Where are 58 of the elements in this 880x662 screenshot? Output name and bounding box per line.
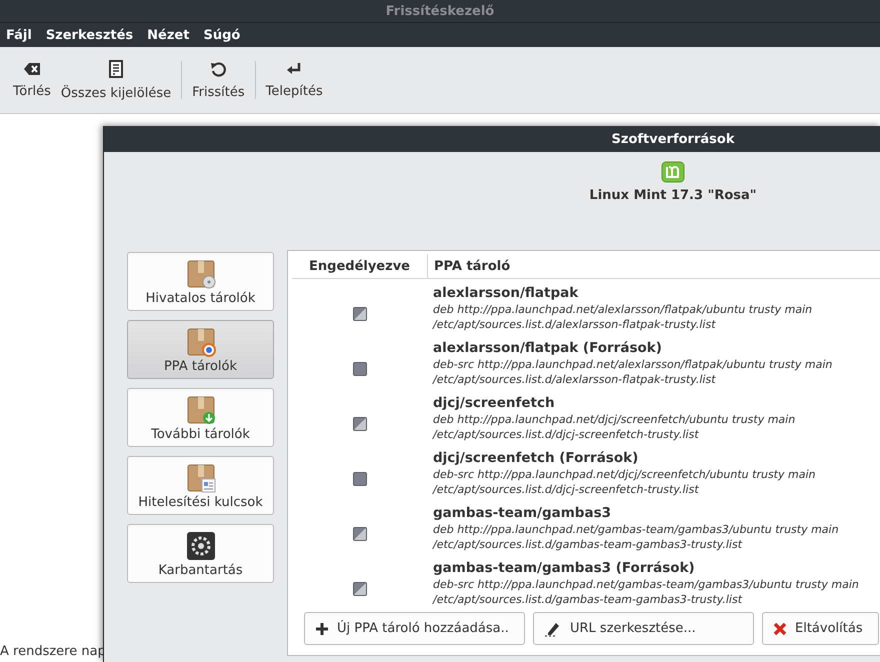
toolbar-button[interactable]: Összes kijelölése xyxy=(56,55,176,105)
repo-file: /etc/apt/sources.list.d/gambas-team-gambas3-trusty.list xyxy=(433,592,744,606)
toolbar-button[interactable]: Telepítés xyxy=(260,55,328,105)
repo-name: alexlarsson/flatpak (Források) xyxy=(433,340,663,357)
repo-line: deb-src http://ppa.launchpad.net/alexlarsson/flatpak/ubuntu trusty main xyxy=(433,357,832,372)
checkbox[interactable] xyxy=(352,306,366,320)
return-arrow-icon xyxy=(286,62,302,76)
checkbox[interactable] xyxy=(352,472,366,486)
refresh-icon xyxy=(210,60,226,76)
repo-name: gambas-team/gambas3 xyxy=(433,505,612,522)
repo-line: deb http://ppa.launchpad.net/djcj/screenfetch/ubuntu trusty main xyxy=(433,412,796,427)
action-button[interactable]: Új PPA tároló hozzáadása.. xyxy=(304,612,525,645)
repo-line: deb-src http://ppa.launchpad.net/gambas-team/gambas3/ubuntu trusty main xyxy=(433,577,859,592)
menu-item[interactable]: Súgó xyxy=(203,28,240,42)
mint-logo-icon xyxy=(660,160,686,184)
package-badge-icon xyxy=(184,326,216,358)
package-download-icon xyxy=(184,394,216,426)
action-button[interactable]: URL szerkesztése... xyxy=(533,612,754,645)
repo-file: /etc/apt/sources.list.d/djcj-screenfetch-trusty.list xyxy=(433,427,700,442)
sidebar-button[interactable]: Hivatalos tárolók xyxy=(127,252,274,311)
window-title: Frissítéskezelő xyxy=(386,4,494,18)
toolbar-button[interactable]: Frissítés xyxy=(187,55,250,105)
toolbar-button[interactable]: Törlés xyxy=(8,55,56,105)
action-button[interactable]: Eltávolítás xyxy=(762,612,879,645)
repo-file: /etc/apt/sources.list.d/djcj-screenfetch-trusty.list xyxy=(433,482,700,497)
sidebar-button[interactable]: Karbantartás xyxy=(127,524,274,583)
menu-item[interactable]: Nézet xyxy=(147,28,190,42)
checkbox[interactable] xyxy=(352,526,366,540)
checkbox[interactable] xyxy=(352,416,366,430)
checkbox[interactable] xyxy=(352,362,366,376)
repo-name: djcj/screenfetch (Források) xyxy=(433,450,640,467)
plus-icon xyxy=(315,622,329,636)
repo-line: deb-src http://ppa.launchpad.net/djcj/screenfetch/ubuntu trusty main xyxy=(433,467,816,482)
pencil-icon xyxy=(544,620,562,636)
sidebar-button[interactable]: További tárolók xyxy=(127,388,274,447)
repo-file: /etc/apt/sources.list.d/gambas-team-gambas3-trusty.list xyxy=(433,537,744,552)
repo-name: gambas-team/gambas3 (Források) xyxy=(433,560,696,577)
document-icon xyxy=(109,60,124,78)
menu-item[interactable]: Szerkesztés xyxy=(46,28,134,42)
repo-file: /etc/apt/sources.list.d/alexlarsson-flatpak-trusty.list xyxy=(433,372,717,387)
repo-name: alexlarsson/flatpak xyxy=(433,285,580,302)
package-card-icon xyxy=(184,462,216,494)
repo-line: deb http://ppa.launchpad.net/alexlarsson/flatpak/ubuntu trusty main xyxy=(433,302,812,317)
menu-item[interactable]: Fájl xyxy=(6,28,32,42)
column-header[interactable]: Engedélyezve xyxy=(292,254,428,278)
dialog-title: Szoftverforrások xyxy=(612,132,734,146)
version-heading: Linux Mint 17.3 "Rosa" xyxy=(589,188,757,203)
close-icon xyxy=(773,622,787,636)
column-header[interactable]: PPA tároló xyxy=(428,254,510,278)
package-disc-icon xyxy=(184,258,216,290)
sidebar-button[interactable]: Hitelesítési kulcsok xyxy=(127,456,274,515)
repo-line: deb http://ppa.launchpad.net/gambas-team/gambas3/ubuntu trusty main xyxy=(433,522,839,537)
repo-name: djcj/screenfetch xyxy=(433,395,556,412)
repo-file: /etc/apt/sources.list.d/alexlarsson-flatpak-trusty.list xyxy=(433,317,717,332)
gear-icon xyxy=(184,530,216,562)
backspace-icon xyxy=(22,62,41,76)
sidebar-button[interactable]: PPA tárolók xyxy=(127,320,274,379)
checkbox[interactable] xyxy=(352,582,366,596)
